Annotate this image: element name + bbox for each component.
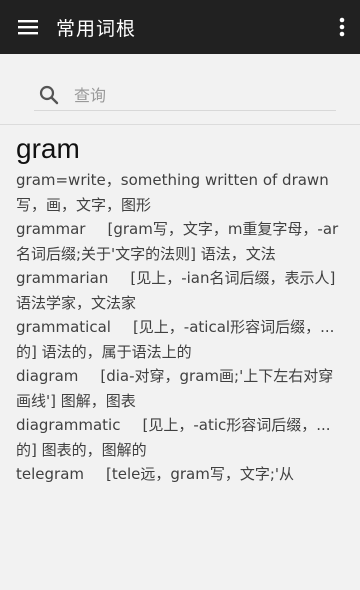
search-icon[interactable] xyxy=(36,82,62,108)
entry-diagram: diagram [dia-对穿，gram画;'上下左右对穿画线'] 图解，图表 xyxy=(16,364,344,413)
word-detail: gram gram=write，something written of dra… xyxy=(16,130,344,590)
app-bar: 常用词根 xyxy=(0,0,360,54)
app-screen: 常用词根 gram gram=write，something written o… xyxy=(0,0,360,590)
entry-grammarian: grammarian [见上，-ian名词后缀，表示人] 语法学家，文法家 xyxy=(16,266,344,315)
hamburger-menu-icon[interactable] xyxy=(18,19,38,35)
entry-diagrammatic: diagrammatic [见上，-atic形容词后缀，...的] 图表的，图解的 xyxy=(16,413,344,462)
headword: gram xyxy=(16,133,80,164)
root-definition: gram=write，something written of drawn 写，… xyxy=(16,171,329,214)
search-bar[interactable] xyxy=(34,80,336,111)
entry-word: telegram xyxy=(16,465,84,483)
entry-grammatical: grammatical [见上，-atical形容词后缀，...的] 语法的，属于… xyxy=(16,315,344,364)
menu-button[interactable] xyxy=(0,0,56,54)
search-input[interactable] xyxy=(74,85,314,105)
entry-word: diagrammatic xyxy=(16,416,121,434)
overflow-menu-button[interactable] xyxy=(324,0,360,54)
entry-grammar: grammar [gram写，文字，m重复字母，-ar名词后缀;关于'文字的法则]… xyxy=(16,217,344,266)
entry-word: grammar xyxy=(16,220,86,238)
app-title: 常用词根 xyxy=(56,17,137,40)
more-vertical-icon[interactable] xyxy=(339,17,345,37)
divider xyxy=(0,124,360,125)
entry-word: grammatical xyxy=(16,318,111,336)
entry-word: diagram xyxy=(16,367,79,385)
entry-meaning: [tele远，gram写，文字;'从 xyxy=(106,465,295,483)
entry-word: grammarian xyxy=(16,269,109,287)
entry-telegram: telegram [tele远，gram写，文字;'从 xyxy=(16,462,344,487)
